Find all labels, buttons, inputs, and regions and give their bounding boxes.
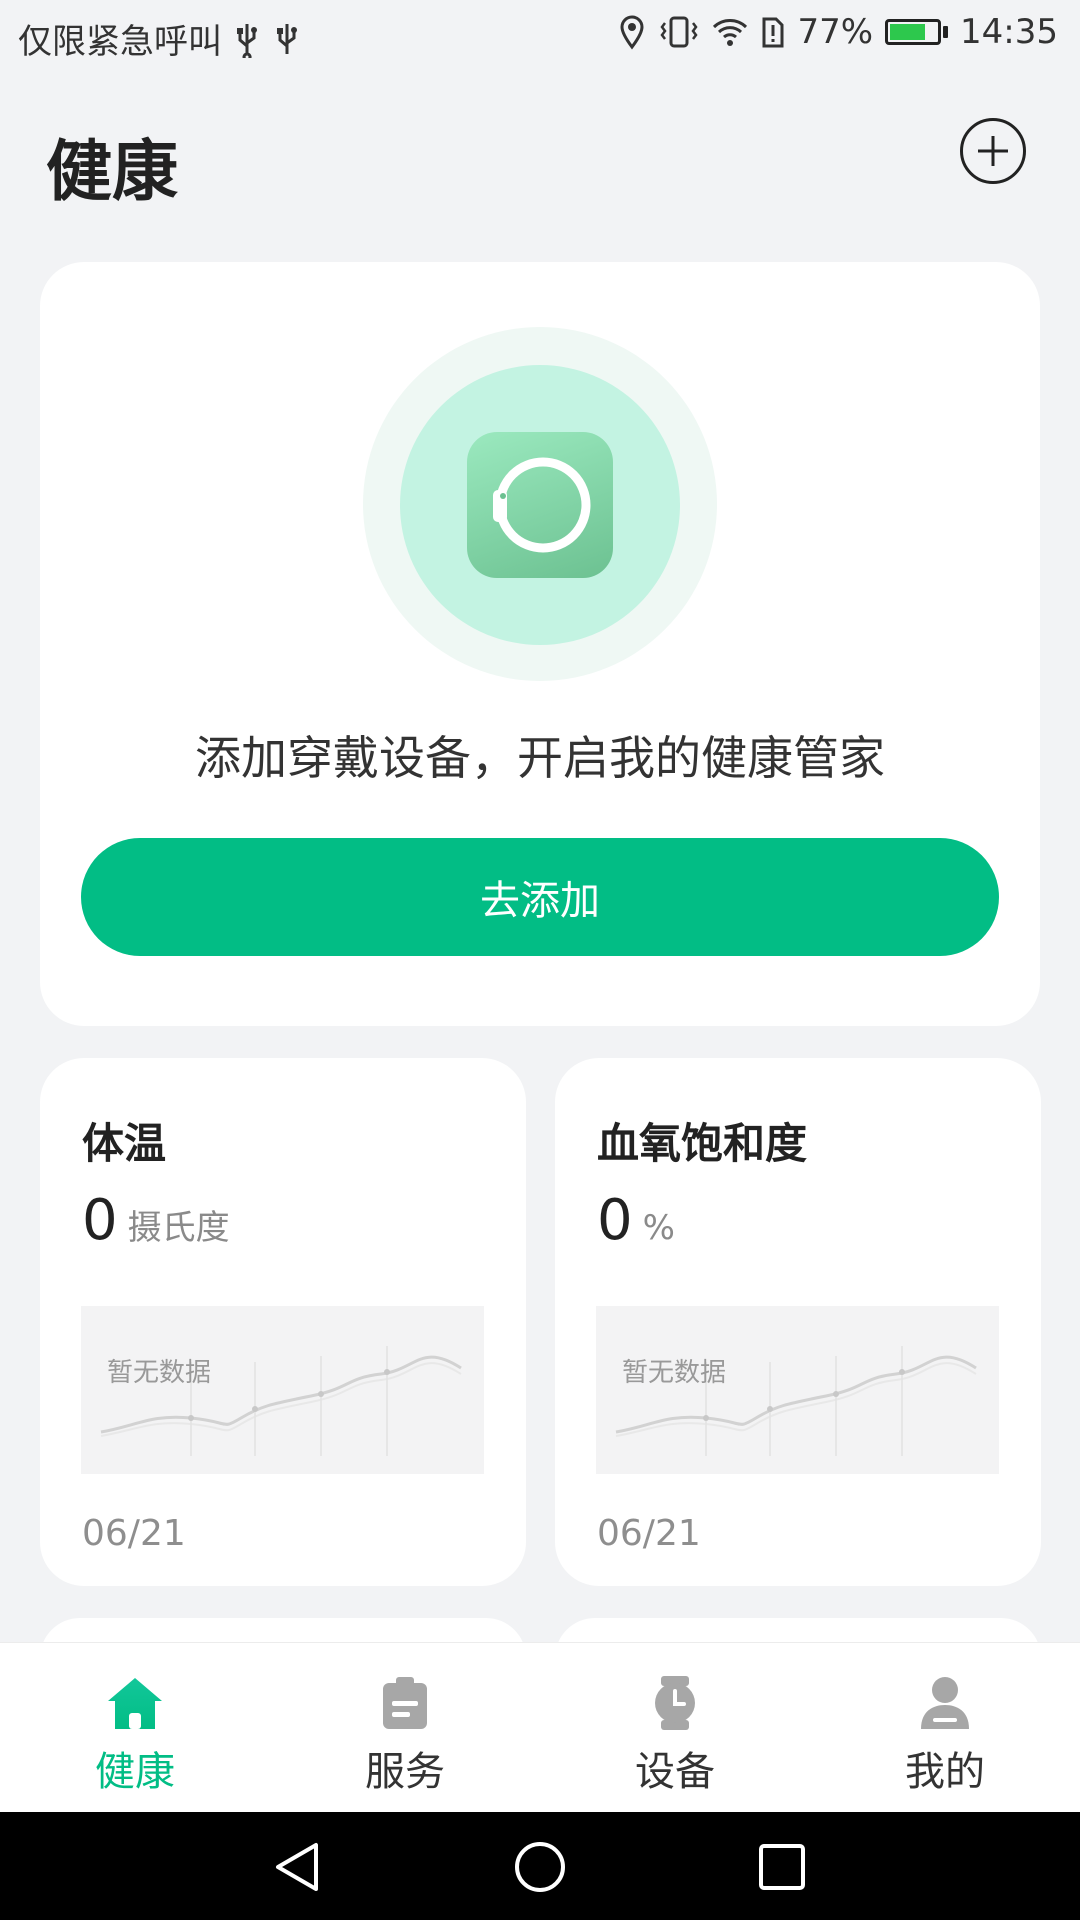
no-data-text: 暂无数据 <box>107 1358 212 1388</box>
nav-item-health[interactable]: 健康 <box>0 1643 270 1813</box>
no-data-text: 暂无数据 <box>622 1358 727 1388</box>
empty-chart: 暂无数据 <box>596 1306 999 1474</box>
metric-title: 血氧饱和度 <box>597 1119 808 1168</box>
add-button[interactable] <box>960 118 1026 184</box>
usb-icon <box>277 23 297 54</box>
home-circle-icon[interactable] <box>512 1840 568 1894</box>
clock: 14:35 <box>960 12 1058 52</box>
nav-item-service[interactable]: 服务 <box>270 1643 540 1813</box>
page-title: 健康 <box>46 133 178 210</box>
smartwatch-icon <box>467 432 613 578</box>
recents-icon[interactable] <box>754 1840 810 1894</box>
metric-number: 0 <box>82 1188 118 1253</box>
wifi-icon <box>713 19 748 46</box>
add-device-prompt: 添加穿戴设备，开启我的健康管家 <box>195 731 885 785</box>
back-icon[interactable] <box>270 1840 326 1894</box>
nav-label: 服务 <box>365 1749 445 1795</box>
clipboard-icon <box>383 1677 427 1729</box>
home-icon <box>108 1678 162 1729</box>
placeholder-wave-icon <box>100 1346 462 1456</box>
metric-value: 0 % <box>597 1188 675 1253</box>
vibrate-icon <box>660 16 698 48</box>
metric-number: 0 <box>597 1188 633 1253</box>
go-add-button[interactable]: 去添加 <box>81 838 999 956</box>
metric-unit: 摄氏度 <box>127 1208 230 1248</box>
metric-title: 体温 <box>82 1119 167 1168</box>
metric-value: 0 摄氏度 <box>82 1188 230 1253</box>
battery-icon <box>885 19 949 45</box>
metric-unit: % <box>642 1208 675 1248</box>
placeholder-wave-icon <box>615 1346 977 1456</box>
nav-label: 健康 <box>95 1749 175 1795</box>
nav-label: 设备 <box>635 1749 715 1795</box>
person-icon <box>921 1677 969 1729</box>
battery-percent: 77% <box>797 12 874 52</box>
status-right: 77% 14:35 <box>617 12 1058 52</box>
status-bar: 仅限紧急呼叫 77% 14:35 <box>0 0 1080 74</box>
add-device-card: 添加穿戴设备，开启我的健康管家 去添加 <box>40 262 1040 1026</box>
status-left: 仅限紧急呼叫 <box>18 14 302 63</box>
metric-date: 06/21 <box>82 1513 186 1554</box>
location-icon <box>620 15 644 50</box>
nav-item-mine[interactable]: 我的 <box>810 1643 1080 1813</box>
empty-chart: 暂无数据 <box>81 1306 484 1474</box>
nav-label: 我的 <box>905 1749 985 1795</box>
metric-date: 06/21 <box>597 1513 701 1554</box>
system-nav-bar <box>0 1812 1080 1920</box>
carrier-text: 仅限紧急呼叫 <box>18 22 222 62</box>
watch-icon <box>655 1676 695 1730</box>
blood-oxygen-card[interactable]: 血氧饱和度 0 % 暂无数据 06/21 <box>555 1058 1041 1586</box>
bottom-nav: 健康 服务 设备 我的 <box>0 1642 1080 1813</box>
usb-icon <box>237 23 257 58</box>
nav-item-device[interactable]: 设备 <box>540 1643 810 1813</box>
alert-sim-icon <box>762 17 784 48</box>
temperature-card[interactable]: 体温 0 摄氏度 暂无数据 06/21 <box>40 1058 526 1586</box>
